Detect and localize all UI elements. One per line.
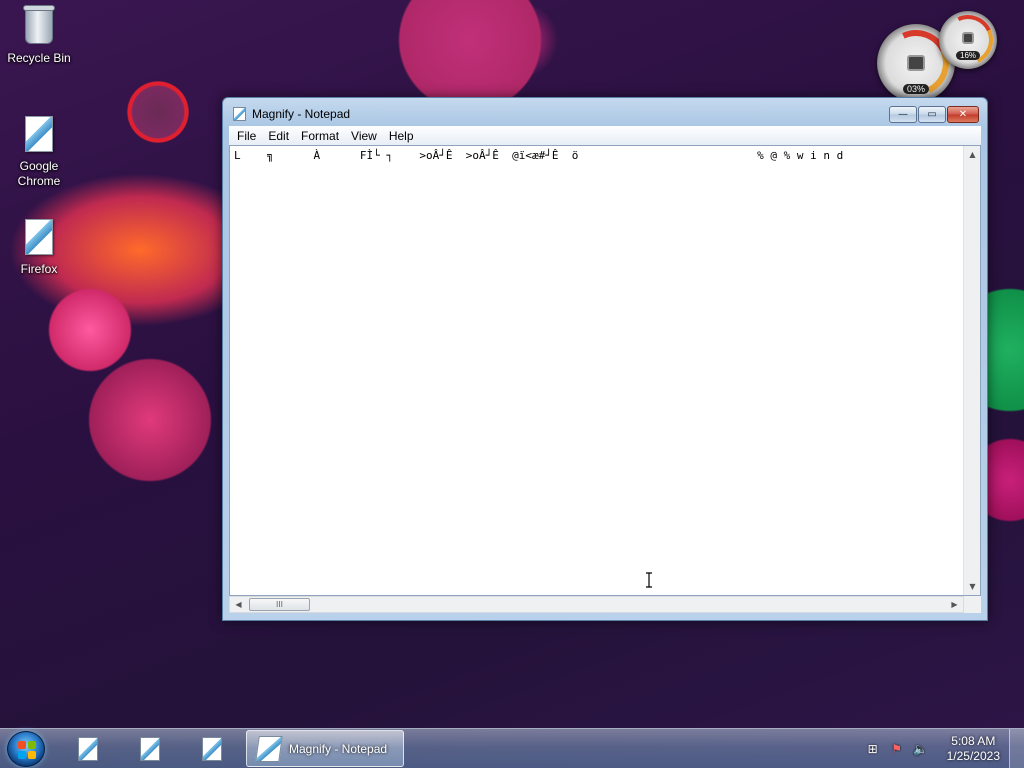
memory-meter-gadget[interactable]: 16%: [935, 7, 1001, 73]
scroll-left-arrow-icon[interactable]: ◀: [230, 597, 247, 612]
windows-logo-icon: [18, 741, 36, 759]
action-center-flag-icon[interactable]: ⚑: [889, 741, 905, 757]
menu-bar: File Edit Format View Help: [229, 126, 981, 145]
window-title: Magnify - Notepad: [252, 107, 351, 121]
desktop-icon-label: Firefox: [20, 262, 58, 276]
notepad-icon: [78, 737, 98, 761]
ibeam-cursor-icon: [646, 572, 652, 588]
volume-icon[interactable]: 🔈: [913, 741, 929, 757]
notepad-icon: [233, 107, 246, 121]
taskbar-pinned-notepad-1[interactable]: [60, 733, 116, 765]
desktop-icon-label: Google Chrome: [17, 159, 61, 188]
notepad-icon: [202, 737, 222, 761]
taskbar-active-window[interactable]: Magnify - Notepad: [246, 730, 404, 767]
desktop-icon-label: Recycle Bin: [7, 51, 71, 65]
network-icon[interactable]: ⊞: [865, 741, 881, 757]
taskbar-active-label: Magnify - Notepad: [289, 741, 388, 756]
system-tray: ⊞ ⚑ 🔈 5:08 AM 1/25/2023: [865, 729, 1000, 768]
scroll-down-arrow-icon[interactable]: ▼: [964, 578, 981, 595]
scroll-right-arrow-icon[interactable]: ▶: [946, 597, 963, 612]
taskbar-pinned-notepad-3[interactable]: [184, 733, 240, 765]
clock-date: 1/25/2023: [946, 749, 1000, 763]
menu-format[interactable]: Format: [295, 129, 345, 143]
show-desktop-button[interactable]: [1009, 729, 1024, 768]
horizontal-scrollbar[interactable]: ◀ III ▶: [229, 596, 964, 613]
clock-time: 5:08 AM: [951, 734, 996, 748]
menu-view[interactable]: View: [345, 129, 383, 143]
minimize-button[interactable]: —: [889, 106, 917, 123]
notepad-icon: [255, 735, 283, 762]
cpu-percent: 03%: [902, 84, 930, 94]
menu-help[interactable]: Help: [383, 129, 420, 143]
vertical-scrollbar[interactable]: ▲ ▼: [963, 146, 980, 595]
clock[interactable]: 5:08 AM 1/25/2023: [947, 734, 1000, 764]
horizontal-scroll-thumb[interactable]: III: [249, 598, 310, 611]
taskbar-pinned-notepad-2[interactable]: [122, 733, 178, 765]
menu-file[interactable]: File: [231, 129, 262, 143]
document-shortcut-icon: [22, 116, 56, 156]
taskbar: Magnify - Notepad ⊞ ⚑ 🔈 5:08 AM 1/25/202…: [0, 728, 1024, 768]
maximize-button[interactable]: ▭: [918, 106, 946, 123]
text-editor[interactable]: L ╗ À FÌ└ ┐ >oÂ┘Ê >oÂ┘Ê @ï<æ#┘Ê ö % @ % …: [229, 145, 981, 596]
notepad-icon: [140, 737, 160, 761]
recycle-bin-icon: [22, 5, 56, 48]
wallpaper-sun-decoration: [120, 74, 196, 150]
memory-percent: 16%: [955, 51, 981, 60]
document-shortcut-icon: [22, 219, 56, 259]
editor-content[interactable]: L ╗ À FÌ└ ┐ >oÂ┘Ê >oÂ┘Ê @ï<æ#┘Ê ö % @ % …: [234, 148, 958, 163]
start-button[interactable]: [7, 731, 45, 767]
cpu-icon: [907, 55, 925, 71]
menu-edit[interactable]: Edit: [262, 129, 295, 143]
desktop-icon-firefox[interactable]: Firefox: [1, 219, 77, 277]
notepad-window[interactable]: Magnify - Notepad — ▭ ✕ File Edit Format…: [222, 97, 988, 621]
resize-grip[interactable]: [964, 596, 981, 613]
desktop-icon-recycle-bin[interactable]: Recycle Bin: [1, 5, 77, 66]
desktop-icon-google-chrome[interactable]: Google Chrome: [1, 116, 77, 189]
title-bar[interactable]: Magnify - Notepad — ▭ ✕: [223, 98, 987, 126]
scroll-up-arrow-icon[interactable]: ▲: [964, 146, 981, 163]
close-button[interactable]: ✕: [947, 106, 979, 123]
memory-icon: [962, 32, 974, 44]
